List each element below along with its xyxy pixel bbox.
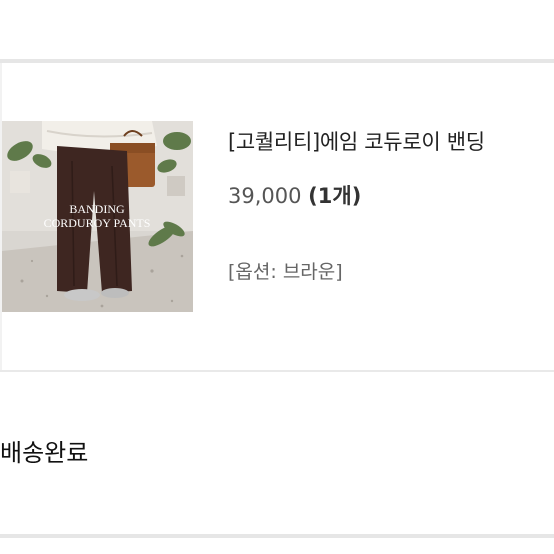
- top-divider: [0, 59, 554, 63]
- product-price: 39,000: [228, 184, 302, 208]
- product-quantity: (1개): [308, 184, 362, 208]
- product-photo-image: BANDING CORDUROY PANTS: [2, 121, 193, 312]
- delivery-status: 배송완료: [0, 439, 89, 467]
- photo-text-line1: BANDING: [69, 202, 125, 216]
- bottom-divider: [0, 534, 554, 538]
- price-row: 39,000 (1개): [228, 180, 361, 210]
- middle-divider: [0, 370, 554, 372]
- product-name[interactable]: [고퀄리티]에임 코듀로이 밴딩: [228, 126, 485, 156]
- order-item-screen: BANDING CORDUROY PANTS [고퀄리티]에임 코듀로이 밴딩 …: [0, 0, 554, 554]
- photo-text-line2: CORDUROY PANTS: [44, 216, 151, 230]
- product-option: [옵션: 브라운]: [228, 261, 343, 283]
- product-thumbnail[interactable]: BANDING CORDUROY PANTS: [2, 121, 193, 312]
